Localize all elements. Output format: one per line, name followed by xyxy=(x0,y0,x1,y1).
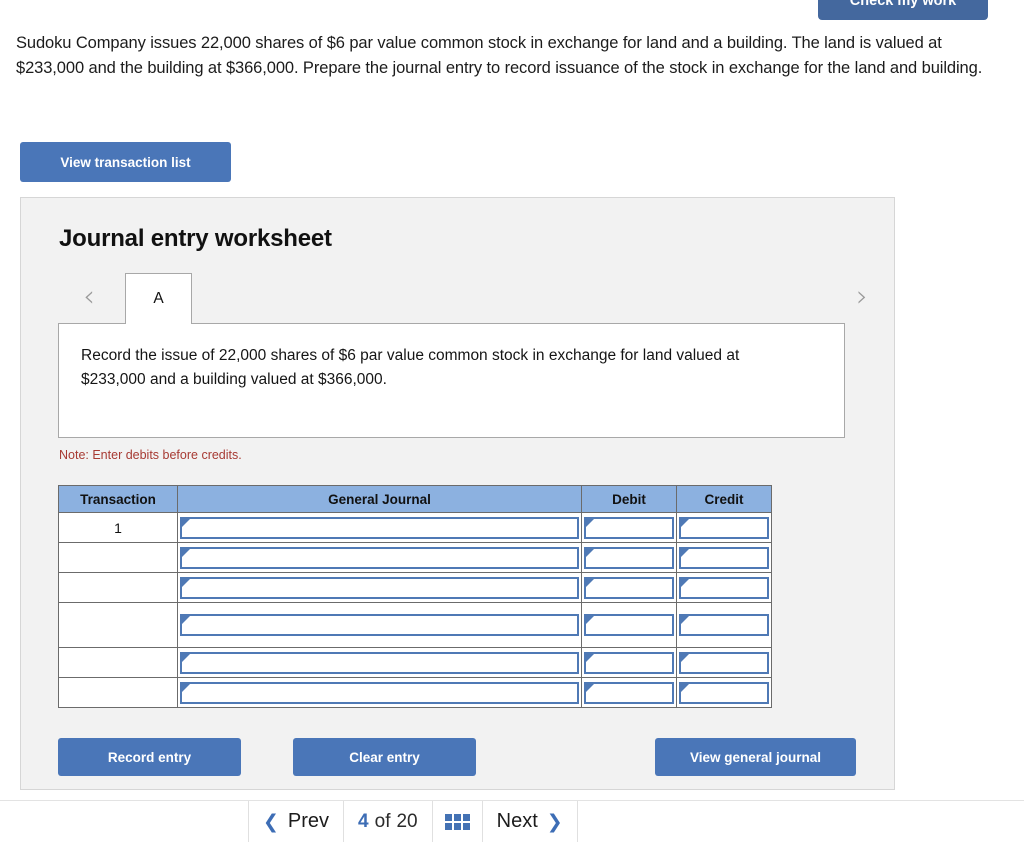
chevron-left-icon[interactable]: ‹ xyxy=(76,281,102,313)
credit-input[interactable] xyxy=(679,681,769,704)
credit-input[interactable] xyxy=(679,516,769,539)
credit-cell xyxy=(676,677,772,708)
prev-label: Prev xyxy=(287,810,330,832)
debit-cell xyxy=(581,677,677,708)
table-header-row: Transaction General Journal Debit Credit xyxy=(58,485,772,513)
credit-cell xyxy=(676,542,772,573)
general-journal-input[interactable] xyxy=(180,576,579,599)
general-journal-input[interactable] xyxy=(180,546,579,569)
current-page: 4 xyxy=(358,810,369,832)
transaction-number-cell xyxy=(58,542,178,573)
debit-cell xyxy=(581,602,677,648)
general-journal-cell xyxy=(177,677,582,708)
general-journal-input[interactable] xyxy=(180,614,579,636)
debit-cell xyxy=(581,542,677,573)
debit-cell xyxy=(581,647,677,678)
debit-cell xyxy=(581,512,677,543)
table-row xyxy=(58,677,772,708)
clear-entry-button[interactable]: Clear entry xyxy=(293,738,476,776)
record-entry-button[interactable]: Record entry xyxy=(58,738,241,776)
header-credit: Credit xyxy=(676,485,772,513)
view-transaction-list-button[interactable]: View transaction list xyxy=(20,142,231,182)
general-journal-input[interactable] xyxy=(180,681,579,704)
general-journal-cell xyxy=(177,542,582,573)
question-prompt: Sudoku Company issues 22,000 shares of $… xyxy=(16,34,983,77)
bottom-navigation-bar: ❮ Prev 4 of 20 Next ❯ xyxy=(0,800,1024,842)
worksheet-title: Journal entry worksheet xyxy=(59,225,332,252)
transaction-number-cell xyxy=(58,572,178,603)
tab-content-panel: Record the issue of 22,000 shares of $6 … xyxy=(58,323,845,438)
general-journal-cell xyxy=(177,512,582,543)
transaction-number-cell xyxy=(58,647,178,678)
general-journal-cell xyxy=(177,572,582,603)
journal-entry-worksheet-panel: Journal entry worksheet ‹ A › Record the… xyxy=(20,197,895,790)
header-debit: Debit xyxy=(581,485,677,513)
credit-input[interactable] xyxy=(679,614,769,636)
credit-input[interactable] xyxy=(679,546,769,569)
grid-view-button[interactable] xyxy=(433,801,483,842)
general-journal-cell xyxy=(177,647,582,678)
debit-cell xyxy=(581,572,677,603)
general-journal-input[interactable] xyxy=(180,516,579,539)
chevron-right-icon[interactable]: › xyxy=(849,281,875,313)
debit-input[interactable] xyxy=(584,516,674,539)
total-pages: 20 xyxy=(396,810,418,832)
transaction-number-cell xyxy=(58,602,178,648)
tab-a[interactable]: A xyxy=(125,273,192,324)
grid-icon xyxy=(444,813,470,830)
next-page-button[interactable]: Next ❯ xyxy=(483,801,578,842)
chevron-right-icon: ❯ xyxy=(546,810,563,833)
worksheet-tabs: ‹ A › xyxy=(21,271,896,324)
check-my-work-button[interactable]: Check my work xyxy=(818,0,988,20)
credit-cell xyxy=(676,602,772,648)
view-general-journal-button[interactable]: View general journal xyxy=(655,738,856,776)
credit-input[interactable] xyxy=(679,651,769,674)
chevron-left-icon: ❮ xyxy=(263,810,279,833)
credit-cell xyxy=(676,572,772,603)
debit-input[interactable] xyxy=(584,681,674,704)
page-counter: 4 of 20 xyxy=(344,801,433,842)
general-journal-input[interactable] xyxy=(180,651,579,674)
transaction-instruction: Record the issue of 22,000 shares of $6 … xyxy=(81,347,740,388)
credit-cell xyxy=(676,512,772,543)
debits-before-credits-note: Note: Enter debits before credits. xyxy=(59,448,242,462)
debit-input[interactable] xyxy=(584,546,674,569)
table-row: 1 xyxy=(58,512,772,543)
table-row xyxy=(58,602,772,648)
next-label: Next xyxy=(496,810,538,832)
header-transaction: Transaction xyxy=(58,485,178,513)
prev-page-button[interactable]: ❮ Prev xyxy=(248,801,345,842)
journal-entry-table: Transaction General Journal Debit Credit… xyxy=(58,485,772,708)
debit-input[interactable] xyxy=(584,576,674,599)
header-general-journal: General Journal xyxy=(177,485,582,513)
of-label: of xyxy=(374,810,391,832)
table-row xyxy=(58,542,772,573)
table-row xyxy=(58,572,772,603)
transaction-number-cell xyxy=(58,677,178,708)
pagination-group: ❮ Prev 4 of 20 Next ❯ xyxy=(248,801,578,842)
debit-input[interactable] xyxy=(584,651,674,674)
transaction-number-cell: 1 xyxy=(58,512,178,543)
general-journal-cell xyxy=(177,602,582,648)
debit-input[interactable] xyxy=(584,614,674,636)
credit-input[interactable] xyxy=(679,576,769,599)
table-row xyxy=(58,647,772,678)
credit-cell xyxy=(676,647,772,678)
